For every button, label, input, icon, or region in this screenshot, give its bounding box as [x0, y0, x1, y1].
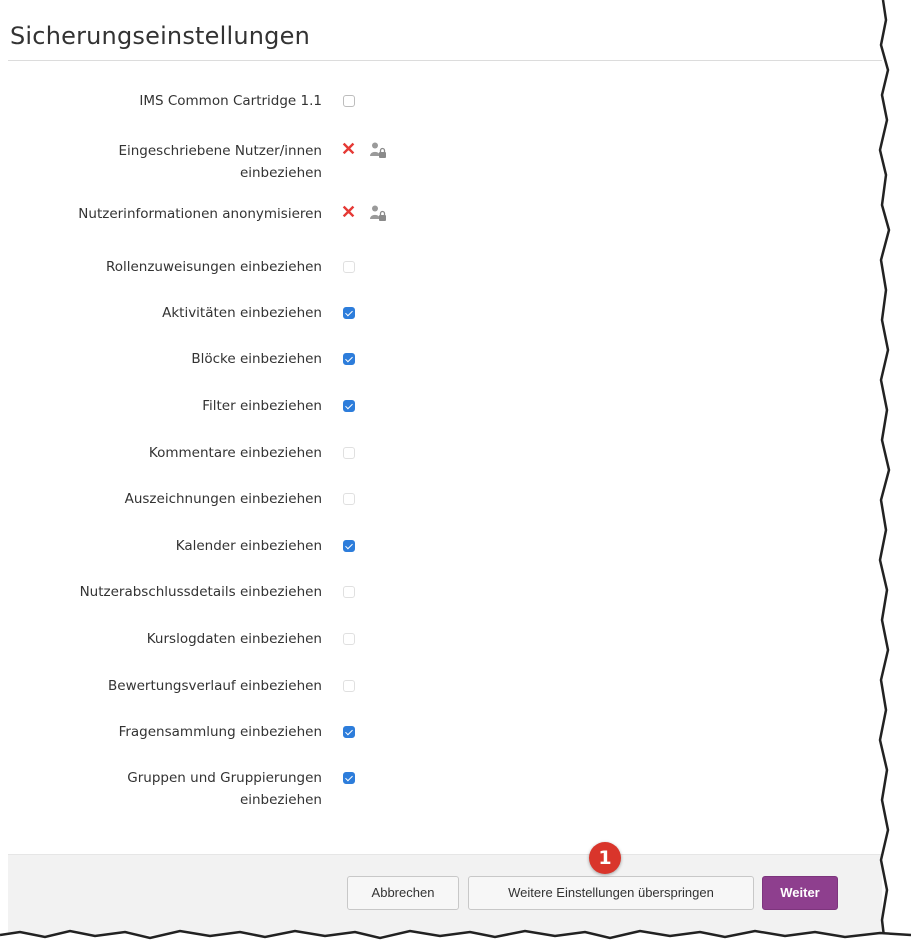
setting-row-blocks: Blöcke einbeziehen [0, 348, 400, 370]
checkbox-ims-cc[interactable] [343, 95, 355, 107]
setting-row-anonymize: Nutzerinformationen anonymisieren ✕ [0, 203, 400, 225]
torn-edge-bottom [0, 929, 911, 945]
cancel-button[interactable]: Abbrechen [347, 876, 459, 910]
cross-icon: ✕ [341, 202, 357, 222]
setting-label: Kommentare einbeziehen [148, 445, 322, 461]
setting-row-completion: Nutzerabschlussdetails einbeziehen [0, 581, 400, 603]
setting-label: Auszeichnungen einbeziehen [124, 491, 322, 507]
setting-label: Gruppen und Gruppierungen einbeziehen [127, 770, 322, 808]
setting-label: Rollenzuweisungen einbeziehen [105, 259, 322, 275]
checkbox-question-bank[interactable] [343, 726, 355, 738]
torn-edge-right [878, 0, 911, 945]
checkbox-completion[interactable] [343, 586, 355, 598]
setting-label: Fragensammlung einbeziehen [118, 724, 322, 740]
setting-label: Bewertungsverlauf einbeziehen [108, 678, 322, 694]
setting-label: Blöcke einbeziehen [191, 351, 322, 367]
annotation-badge: 1 [589, 842, 621, 874]
setting-row-activities: Aktivitäten einbeziehen [0, 302, 400, 324]
checkbox-filters[interactable] [343, 400, 355, 412]
checkbox-badges[interactable] [343, 493, 355, 505]
setting-label: Nutzerabschlussdetails einbeziehen [79, 584, 322, 600]
setting-label: Eingeschriebene Nutzer/innen einbeziehen [118, 143, 322, 181]
setting-row-question-bank: Fragensammlung einbeziehen [0, 721, 400, 743]
setting-row-users: Eingeschriebene Nutzer/innen einbeziehen… [0, 140, 400, 184]
setting-label: Kalender einbeziehen [175, 538, 322, 554]
checkbox-groups[interactable] [343, 772, 355, 784]
setting-label: Kurslogdaten einbeziehen [146, 631, 322, 647]
checkbox-blocks[interactable] [343, 353, 355, 365]
user-lock-icon [370, 205, 386, 221]
setting-row-badges: Auszeichnungen einbeziehen [0, 488, 400, 510]
user-lock-icon [370, 142, 386, 158]
setting-row-groups: Gruppen und Gruppierungen einbeziehen [0, 767, 400, 811]
checkbox-activities[interactable] [343, 307, 355, 319]
title-divider [8, 60, 882, 61]
checkbox-comments[interactable] [343, 447, 355, 459]
setting-label: Aktivitäten einbeziehen [162, 305, 322, 321]
setting-label: Nutzerinformationen anonymisieren [78, 206, 322, 222]
skip-settings-button[interactable]: Weitere Einstellungen überspringen [468, 876, 754, 910]
next-button[interactable]: Weiter [762, 876, 838, 910]
setting-row-calendar: Kalender einbeziehen [0, 535, 400, 557]
setting-row-logs: Kurslogdaten einbeziehen [0, 628, 400, 650]
checkbox-calendar[interactable] [343, 540, 355, 552]
page-title: Sicherungseinstellungen [10, 22, 310, 50]
setting-label: Filter einbeziehen [202, 398, 322, 414]
setting-row-ims-cc: IMS Common Cartridge 1.1 [0, 90, 400, 112]
checkbox-logs[interactable] [343, 633, 355, 645]
setting-row-grade-history: Bewertungsverlauf einbeziehen [0, 675, 400, 697]
backup-settings-panel: Sicherungseinstellungen IMS Common Cartr… [0, 0, 885, 935]
checkbox-grade-history[interactable] [343, 680, 355, 692]
cross-icon: ✕ [341, 139, 357, 159]
setting-label: IMS Common Cartridge 1.1 [139, 93, 322, 109]
setting-row-roles: Rollenzuweisungen einbeziehen [0, 256, 400, 278]
setting-row-comments: Kommentare einbeziehen [0, 442, 400, 464]
setting-row-filters: Filter einbeziehen [0, 395, 400, 417]
checkbox-roles[interactable] [343, 261, 355, 273]
